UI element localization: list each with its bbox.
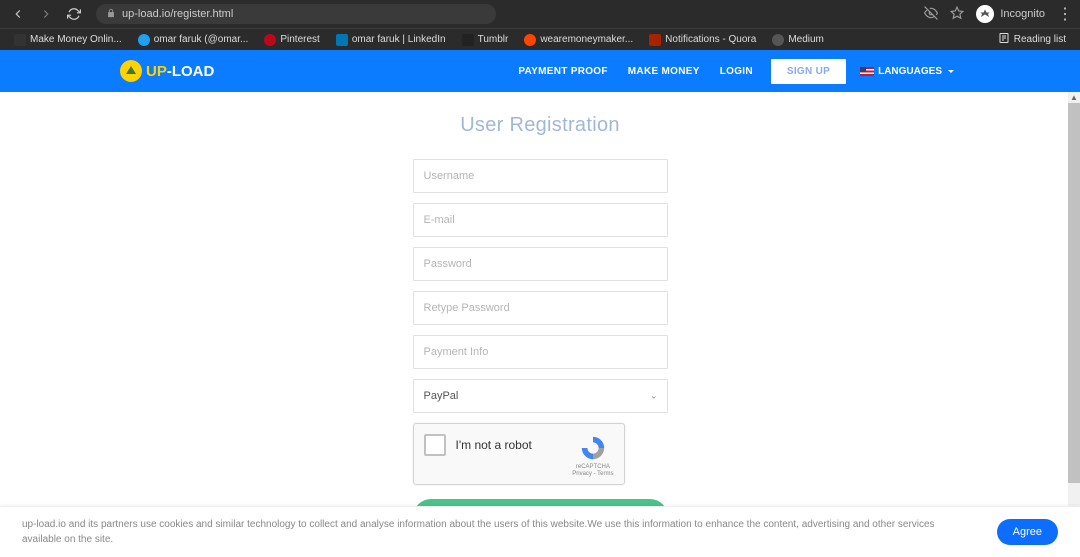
payment-method-select[interactable]: PayPal [413,379,668,413]
recaptcha-privacy[interactable]: Privacy - Terms [572,471,613,478]
profile-badge[interactable]: Incognito [976,5,1045,23]
url-text: up-load.io/register.html [122,8,233,20]
username-input[interactable] [413,159,668,193]
linkedin-icon [336,34,348,46]
page-title: User Registration [275,114,805,137]
reading-list[interactable]: Reading list [992,30,1072,49]
logo-icon [120,60,142,82]
reload-button[interactable] [64,4,84,24]
scrollbar-track[interactable]: ▲ ▼ [1068,92,1080,557]
bookmark-label: Medium [788,34,824,45]
profile-label: Incognito [1000,8,1045,20]
medium-icon [772,34,784,46]
lock-icon [106,8,116,21]
recaptcha-checkbox[interactable] [424,434,446,456]
browser-toolbar: up-load.io/register.html Incognito ⋮ [0,0,1080,28]
cookie-agree-button[interactable]: Agree [997,519,1058,545]
email-input[interactable] [413,203,668,237]
bookmark-item[interactable]: Pinterest [258,32,325,48]
quora-icon [649,34,661,46]
menu-dots-icon[interactable]: ⋮ [1057,4,1072,24]
page-viewport: ▲ ▼ User Registration PayPal ⌄ I'm not a… [0,92,1080,557]
reddit-icon [524,34,536,46]
nav-login[interactable]: LOGIN [710,58,763,85]
bookmark-label: omar faruk (@omar... [154,34,249,45]
us-flag-icon [860,67,874,76]
bookmark-label: Notifications - Quora [665,34,756,45]
payment-info-input[interactable] [413,335,668,369]
bookmark-label: wearemoneymaker... [540,34,633,45]
logo-text-load: -LOAD [167,63,215,80]
incognito-icon [976,5,994,23]
bookmark-item[interactable]: Tumblr [456,32,515,48]
recaptcha-brand: reCAPTCHA [572,464,613,471]
bookmark-label: omar faruk | LinkedIn [352,34,446,45]
site-nav: UP-LOAD PAYMENT PROOF MAKE MONEY LOGIN S… [0,50,1080,92]
tumblr-icon [462,34,474,46]
bookmark-label: Tumblr [478,34,509,45]
bookmark-icon [14,34,26,46]
nav-make-money[interactable]: MAKE MONEY [618,58,710,85]
url-bar[interactable]: up-load.io/register.html [96,4,496,24]
bookmark-label: Make Money Onlin... [30,34,122,45]
bookmark-item[interactable]: Notifications - Quora [643,32,762,48]
star-icon[interactable] [950,6,964,23]
scroll-up-arrow[interactable]: ▲ [1069,93,1079,103]
nav-languages[interactable]: LANGUAGES [854,58,960,85]
bookmark-item[interactable]: omar faruk | LinkedIn [330,32,452,48]
recaptcha-logo-icon [579,434,607,462]
registration-form: PayPal ⌄ I'm not a robot reCAPTCHA Priva… [413,159,668,557]
bookmark-item[interactable]: wearemoneymaker... [518,32,639,48]
nav-payment-proof[interactable]: PAYMENT PROOF [508,58,617,85]
bookmark-item[interactable]: Make Money Onlin... [8,32,128,48]
retype-password-input[interactable] [413,291,668,325]
bookmark-item[interactable]: Medium [766,32,830,48]
reading-list-label: Reading list [1014,34,1066,45]
reading-list-icon [998,32,1010,47]
site-logo[interactable]: UP-LOAD [120,60,214,82]
recaptcha-widget: I'm not a robot reCAPTCHA Privacy - Term… [413,423,625,485]
pinterest-icon [264,34,276,46]
nav-signup[interactable]: SIGN UP [771,59,846,84]
twitter-icon [138,34,150,46]
password-input[interactable] [413,247,668,281]
logo-text-up: UP [146,63,167,80]
chevron-down-icon [948,70,954,73]
bookmarks-bar: Make Money Onlin... omar faruk (@omar...… [0,28,1080,50]
nav-languages-label: LANGUAGES [878,66,942,77]
bookmark-item[interactable]: omar faruk (@omar... [132,32,255,48]
bookmark-label: Pinterest [280,34,319,45]
eye-off-icon[interactable] [924,6,938,23]
back-button[interactable] [8,4,28,24]
cookie-banner: up-load.io and its partners use cookies … [0,506,1080,557]
forward-button[interactable] [36,4,56,24]
recaptcha-label: I'm not a robot [456,434,563,452]
cookie-text: up-load.io and its partners use cookies … [22,517,977,547]
scrollbar-thumb[interactable] [1068,103,1080,483]
